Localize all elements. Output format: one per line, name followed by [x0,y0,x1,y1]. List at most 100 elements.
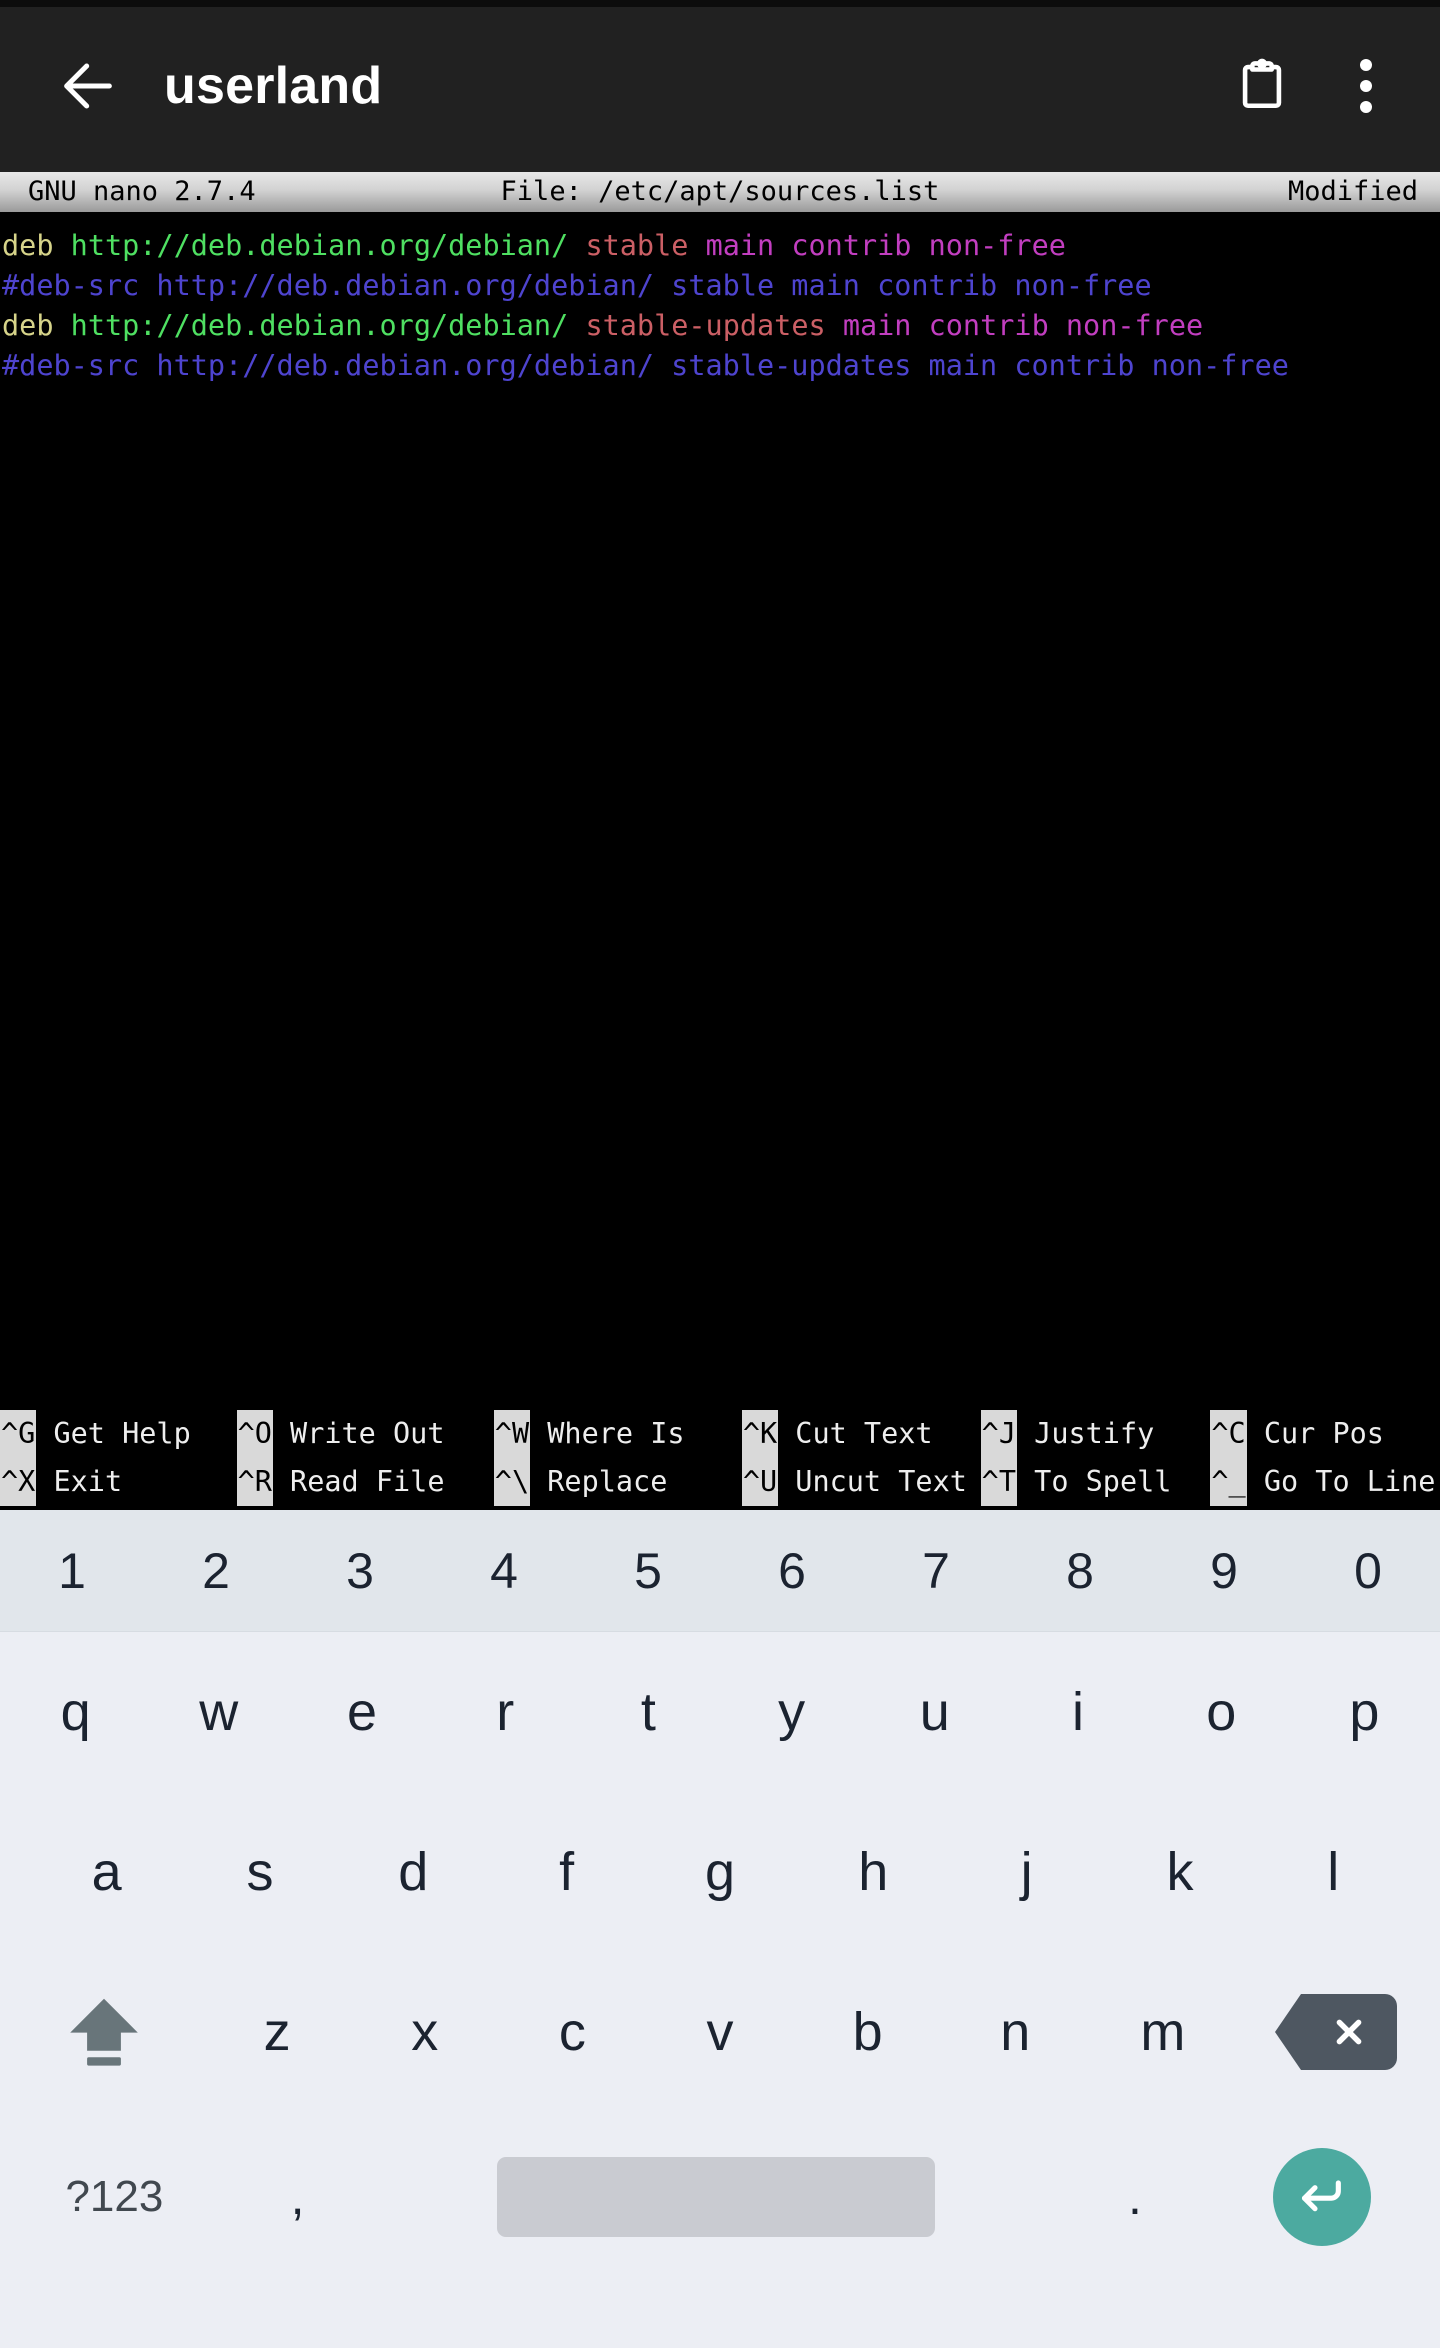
key-w[interactable]: w [147,1632,290,1792]
nano-shortcut[interactable]: ^C Cur Pos [1210,1410,1440,1458]
back-button[interactable] [40,38,136,134]
key-enter[interactable] [1210,2148,1434,2246]
key-e[interactable]: e [290,1632,433,1792]
key-n[interactable]: n [941,1952,1089,2112]
key-s[interactable]: s [183,1792,336,1952]
key-j[interactable]: j [950,1792,1103,1952]
status-bar-shade [0,0,1440,7]
nano-shortcut[interactable]: ^T To Spell [981,1458,1211,1506]
nano-token: stable [585,229,688,262]
key-3[interactable]: 3 [288,1510,432,1632]
nano-shortcut[interactable]: ^W Where Is [494,1410,742,1458]
nano-token: stable-updates [585,309,825,342]
nano-shortcut[interactable]: ^U Uncut Text [742,1458,981,1506]
nano-token [53,229,70,262]
nano-shortcut-bar: ^G Get Help^O Write Out^W Where Is^K Cut… [0,1410,1440,1510]
nano-token: http://deb.debian.org/debian/ [71,309,569,342]
key-m[interactable]: m [1089,1952,1237,2112]
backspace-icon [1301,1994,1397,2070]
nano-token: main contrib non-free [706,229,1066,262]
key-t[interactable]: t [577,1632,720,1792]
nano-shortcut-key: ^W [494,1410,530,1458]
nano-shortcut[interactable]: ^O Write Out [237,1410,494,1458]
nano-shortcut[interactable]: ^\ Replace [494,1458,742,1506]
overflow-menu-button[interactable] [1318,38,1414,134]
nano-shortcut-key: ^U [742,1458,778,1506]
key-z[interactable]: z [203,1952,351,2112]
nano-shortcut[interactable]: ^J Justify [981,1410,1211,1458]
keyboard-row-asdf: asdfghjkl [0,1792,1440,1952]
nano-shortcut-label: Uncut Text [778,1458,967,1506]
key-backspace[interactable] [1237,1952,1436,2112]
nano-shortcut[interactable]: ^R Read File [237,1458,494,1506]
key-4[interactable]: 4 [432,1510,576,1632]
terminal-view[interactable]: GNU nano 2.7.4 File: /etc/apt/sources.li… [0,172,1440,1510]
nano-shortcut[interactable]: ^_ Go To Line [1210,1458,1440,1506]
key-period[interactable]: . [1060,2168,1210,2226]
key-8[interactable]: 8 [1008,1510,1152,1632]
key-comma[interactable]: , [223,2168,373,2226]
nano-shortcut[interactable]: ^K Cut Text [742,1410,981,1458]
nano-token: #deb-src http://deb.debian.org/debian/ s… [2,349,1289,382]
key-o[interactable]: o [1150,1632,1293,1792]
key-p[interactable]: p [1293,1632,1436,1792]
key-5[interactable]: 5 [576,1510,720,1632]
nano-token: main contrib non-free [843,309,1203,342]
nano-shortcut-label: Where Is [530,1410,684,1458]
key-0[interactable]: 0 [1296,1510,1440,1632]
key-k[interactable]: k [1103,1792,1256,1952]
nano-shortcut[interactable]: ^G Get Help [0,1410,237,1458]
key-l[interactable]: l [1257,1792,1410,1952]
space-bar [497,2157,935,2237]
nano-shortcut-row-2: ^X Exit^R Read File^\ Replace^U Uncut Te… [0,1458,1440,1506]
key-y[interactable]: y [720,1632,863,1792]
key-d[interactable]: d [337,1792,490,1952]
keyboard-bottom-row: ?123 , . [0,2112,1440,2282]
key-i[interactable]: i [1006,1632,1149,1792]
key-h[interactable]: h [797,1792,950,1952]
key-f[interactable]: f [490,1792,643,1952]
key-a[interactable]: a [30,1792,183,1952]
key-7[interactable]: 7 [864,1510,1008,1632]
nano-token: http://deb.debian.org/debian/ [71,229,569,262]
nano-line: deb http://deb.debian.org/debian/ stable… [0,306,1440,346]
nano-token [568,309,585,342]
key-c[interactable]: c [499,1952,647,2112]
app-bar: userland [0,0,1440,172]
nano-shortcut-label: Cur Pos [1247,1410,1384,1458]
key-u[interactable]: u [863,1632,1006,1792]
nano-shortcut-label: Exit [36,1458,122,1506]
key-1[interactable]: 1 [0,1510,144,1632]
enter-icon [1273,2148,1371,2246]
key-2[interactable]: 2 [144,1510,288,1632]
nano-token [568,229,585,262]
key-g[interactable]: g [643,1792,796,1952]
nano-modified-status: Modified [1288,172,1418,212]
nano-shortcut-label: To Spell [1017,1458,1171,1506]
key-q[interactable]: q [4,1632,147,1792]
app-screen: userland GNU nano 2.7.4 [0,0,1440,2348]
key-x[interactable]: x [351,1952,499,2112]
nano-text-area[interactable]: deb http://deb.debian.org/debian/ stable… [0,212,1440,1410]
keyboard-letters-zxcv: zxcvbnm [203,1952,1236,2112]
nano-line: deb http://deb.debian.org/debian/ stable… [0,226,1440,266]
key-shift[interactable] [4,1952,203,2112]
more-vertical-icon [1360,59,1372,113]
nano-shortcut-label: Cut Text [778,1410,932,1458]
nano-shortcut-label: Get Help [36,1410,190,1458]
on-screen-keyboard[interactable]: 1234567890 qwertyuiop asdfghjkl zxcvbnm [0,1510,1440,2348]
key-space[interactable] [372,2157,1060,2237]
nano-shortcut[interactable]: ^X Exit [0,1458,237,1506]
key-b[interactable]: b [794,1952,942,2112]
key-v[interactable]: v [646,1952,794,2112]
key-6[interactable]: 6 [720,1510,864,1632]
clipboard-button[interactable] [1214,38,1310,134]
nano-shortcut-key: ^O [237,1410,273,1458]
key-symbols[interactable]: ?123 [6,2172,223,2222]
nano-shortcut-key: ^X [0,1458,36,1506]
nano-shortcut-key: ^_ [1210,1458,1246,1506]
key-9[interactable]: 9 [1152,1510,1296,1632]
key-r[interactable]: r [434,1632,577,1792]
nano-token [826,309,843,342]
nano-token: deb [2,309,53,342]
